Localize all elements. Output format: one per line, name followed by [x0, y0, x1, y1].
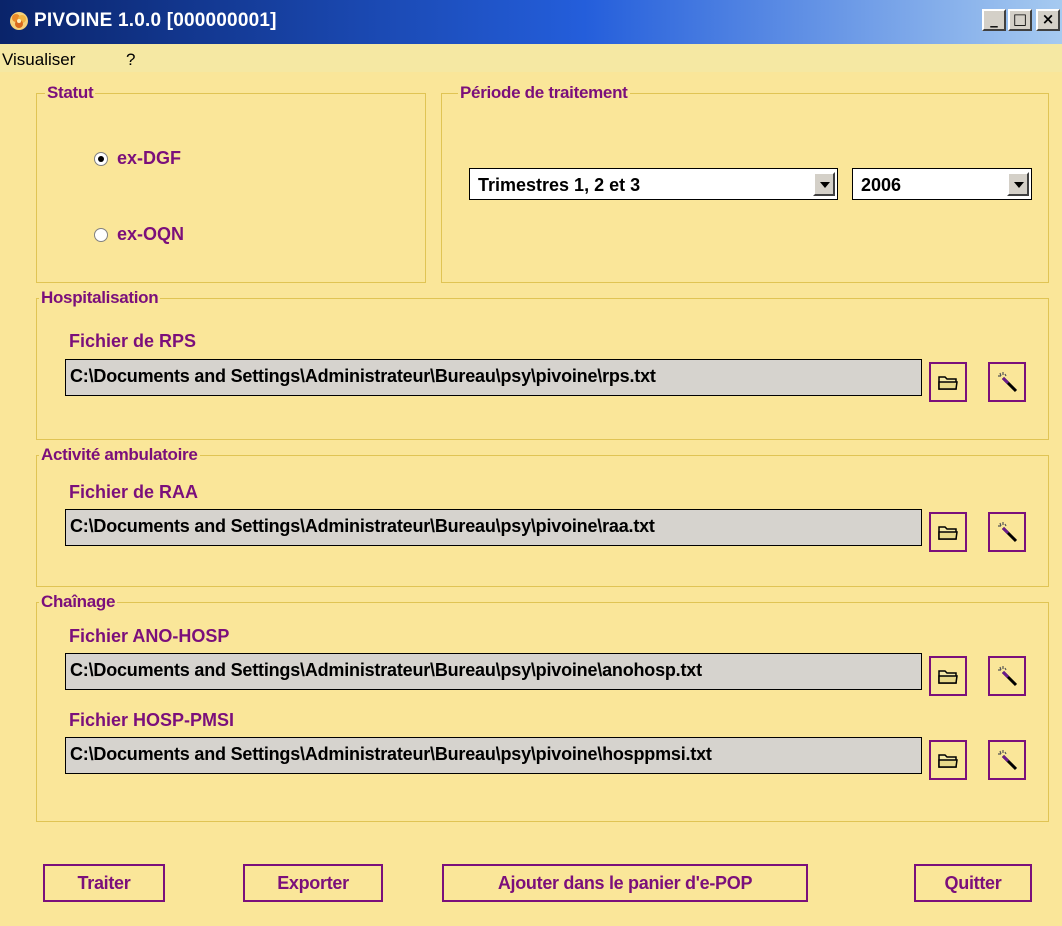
radio-ex-oqn-label[interactable]: ex-OQN: [117, 224, 184, 245]
chevron-down-icon[interactable]: [1007, 172, 1029, 196]
folder-icon: [938, 670, 958, 684]
rps-path-input[interactable]: C:\Documents and Settings\Administrateur…: [65, 359, 922, 396]
menu-bar: Visualiser ?: [0, 44, 1062, 72]
close-icon: ×: [1041, 10, 1055, 28]
hosppmsi-browse-button[interactable]: [929, 740, 967, 780]
raa-label: Fichier de RAA: [69, 482, 199, 502]
peony-app-icon: [10, 12, 28, 30]
hosppmsi-path-input[interactable]: C:\Documents and Settings\Administrateur…: [65, 737, 922, 774]
quitter-button[interactable]: Quitter: [914, 864, 1032, 902]
hospitalisation-group: Hospitalisation Fichier de RPS C:\Docume…: [36, 288, 1049, 440]
exporter-button[interactable]: Exporter: [243, 864, 383, 902]
minimize-button[interactable]: _: [982, 9, 1006, 31]
statut-title: Statut: [45, 83, 96, 103]
chevron-down-icon[interactable]: [813, 172, 835, 196]
periode-group: Période de traitement Trimestres 1, 2 et…: [441, 83, 1049, 283]
rps-edit-button[interactable]: [988, 362, 1026, 402]
trimestre-select[interactable]: Trimestres 1, 2 et 3: [469, 168, 838, 200]
ambulatoire-group: Activité ambulatoire Fichier de RAA C:\D…: [36, 445, 1049, 587]
raa-path-input[interactable]: C:\Documents and Settings\Administrateur…: [65, 509, 922, 546]
folder-icon: [938, 526, 958, 540]
raa-browse-button[interactable]: [929, 512, 967, 552]
statut-group: Statut ex-DGF ex-OQN: [36, 83, 426, 283]
magic-wand-icon: [998, 750, 1018, 771]
main-window: PIVOINE 1.0.0 [000000001] _ □ × Visualis…: [0, 0, 1062, 926]
menu-visualiser[interactable]: Visualiser: [2, 50, 75, 70]
ambulatoire-title: Activité ambulatoire: [39, 445, 200, 465]
chainage-group: Chaînage Fichier ANO-HOSP C:\Documents a…: [36, 592, 1049, 822]
trimestre-value: Trimestres 1, 2 et 3: [478, 175, 641, 195]
rps-browse-button[interactable]: [929, 362, 967, 402]
folder-icon: [938, 754, 958, 768]
raa-edit-button[interactable]: [988, 512, 1026, 552]
folder-icon: [938, 376, 958, 390]
close-button[interactable]: ×: [1036, 9, 1060, 31]
traiter-button[interactable]: Traiter: [43, 864, 165, 902]
menu-help[interactable]: ?: [126, 50, 135, 70]
chainage-title: Chaînage: [39, 592, 118, 612]
magic-wand-icon: [998, 666, 1018, 687]
annee-value: 2006: [861, 175, 902, 195]
minimize-icon: _: [990, 10, 998, 28]
maximize-button[interactable]: □: [1008, 9, 1032, 31]
hosppmsi-label: Fichier HOSP-PMSI: [69, 710, 235, 730]
radio-ex-dgf-label[interactable]: ex-DGF: [117, 148, 181, 169]
annee-select[interactable]: 2006: [852, 168, 1032, 200]
radio-ex-oqn[interactable]: [94, 228, 108, 242]
rps-label: Fichier de RPS: [69, 331, 197, 351]
ajouter-panier-button[interactable]: Ajouter dans le panier d'e-POP: [442, 864, 808, 902]
hosppmsi-edit-button[interactable]: [988, 740, 1026, 780]
window-title: PIVOINE 1.0.0 [000000001]: [34, 10, 277, 31]
hospitalisation-title: Hospitalisation: [39, 288, 161, 308]
anohosp-label: Fichier ANO-HOSP: [69, 626, 230, 646]
anohosp-path-input[interactable]: C:\Documents and Settings\Administrateur…: [65, 653, 922, 690]
maximize-icon: □: [1012, 10, 1028, 28]
radio-ex-dgf[interactable]: [94, 152, 108, 166]
magic-wand-icon: [998, 372, 1018, 393]
periode-title: Période de traitement: [458, 83, 630, 103]
magic-wand-icon: [998, 522, 1018, 543]
title-bar[interactable]: PIVOINE 1.0.0 [000000001] _ □ ×: [0, 0, 1062, 44]
anohosp-browse-button[interactable]: [929, 656, 967, 696]
anohosp-edit-button[interactable]: [988, 656, 1026, 696]
